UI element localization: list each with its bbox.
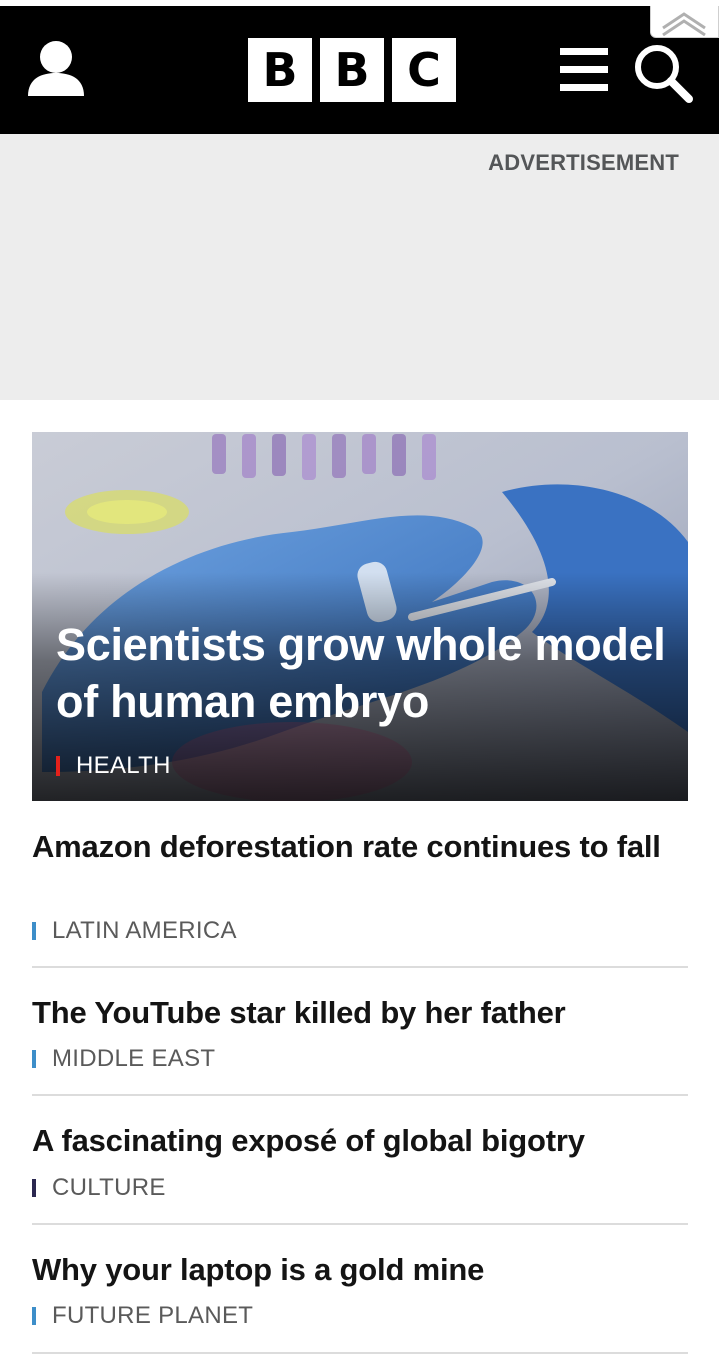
story-tag-label: CULTURE	[52, 1174, 166, 1201]
site-header: B B C	[0, 6, 719, 134]
logo-letter-b2: B	[320, 38, 384, 102]
story-section-tag[interactable]: LATIN AMERICA	[32, 917, 237, 945]
hero-section-tag[interactable]: HEALTH	[56, 752, 171, 780]
story-section-tag[interactable]: MIDDLE EAST	[32, 1045, 215, 1073]
story-tag-bar	[32, 1307, 36, 1325]
user-icon	[28, 41, 84, 96]
logo-letter-b1: B	[248, 38, 312, 102]
story-headline[interactable]: Amazon deforestation rate continues to f…	[32, 828, 672, 865]
story-item[interactable]: Why your laptop is a gold mine FUTURE PL…	[32, 1251, 688, 1354]
story-item[interactable]: A fascinating exposé of global bigotry C…	[32, 1122, 688, 1225]
logo-letter-c: C	[392, 38, 456, 102]
bbc-logo[interactable]: B B C	[248, 38, 456, 102]
hero-headline[interactable]: Scientists grow whole model of human emb…	[56, 616, 666, 730]
story-item[interactable]: Amazon deforestation rate continues to f…	[32, 828, 688, 968]
story-tag-label: FUTURE PLANET	[52, 1302, 254, 1329]
story-tag-bar	[32, 922, 36, 940]
hero-tag-label: HEALTH	[76, 752, 171, 779]
story-headline[interactable]: A fascinating exposé of global bigotry	[32, 1122, 672, 1159]
account-button[interactable]	[22, 36, 90, 104]
story-section-tag[interactable]: FUTURE PLANET	[32, 1302, 253, 1330]
advertisement-area: ADVERTISEMENT	[0, 134, 719, 400]
story-section-tag[interactable]: CULTURE	[32, 1174, 166, 1202]
story-item[interactable]: The YouTube star killed by her father MI…	[32, 994, 688, 1096]
double-chevron-up-icon	[662, 12, 706, 37]
collapse-tab[interactable]	[650, 6, 719, 38]
search-button[interactable]	[632, 42, 694, 104]
story-tag-bar	[32, 1050, 36, 1068]
advertisement-label: ADVERTISEMENT	[488, 150, 679, 175]
search-icon	[635, 45, 693, 103]
story-tag-bar	[32, 1179, 36, 1197]
menu-button[interactable]	[560, 48, 608, 92]
story-tag-label: MIDDLE EAST	[52, 1045, 216, 1072]
hero-tag-bar	[56, 756, 60, 776]
story-headline[interactable]: The YouTube star killed by her father	[32, 994, 672, 1031]
story-tag-label: LATIN AMERICA	[52, 917, 237, 944]
story-headline[interactable]: Why your laptop is a gold mine	[32, 1251, 672, 1288]
hero-story[interactable]: Scientists grow whole model of human emb…	[32, 432, 688, 801]
menu-icon	[560, 48, 608, 91]
